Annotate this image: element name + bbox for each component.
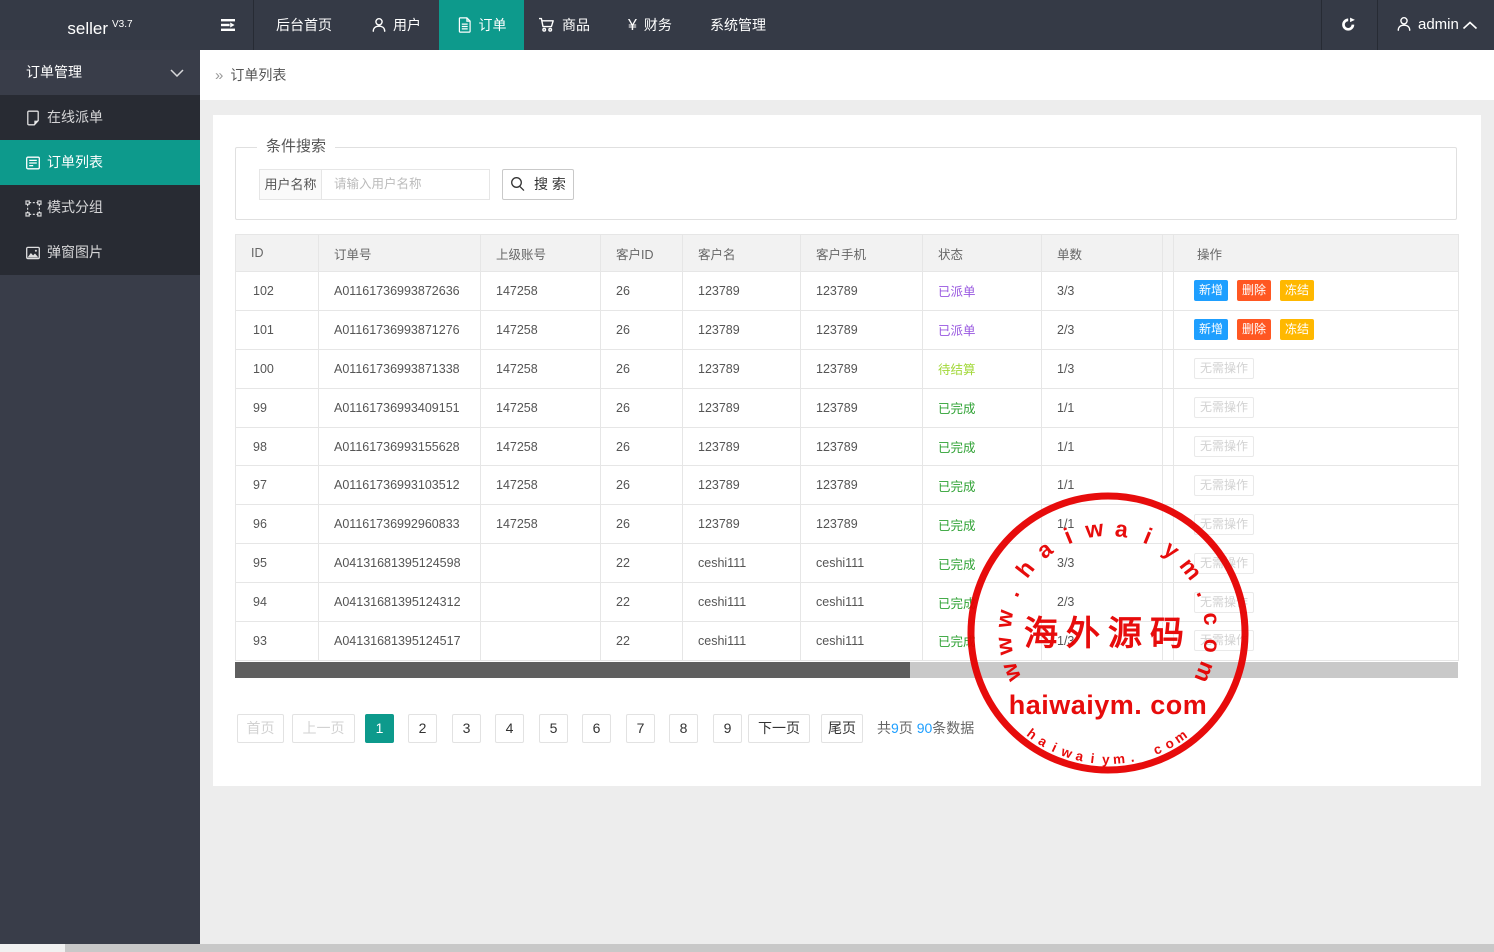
svg-text:m: m (1112, 751, 1125, 767)
svg-text:a: a (1031, 535, 1057, 564)
svg-text:c: c (1151, 741, 1164, 758)
svg-text:i: i (1090, 751, 1096, 766)
svg-text:i: i (1050, 740, 1060, 755)
svg-text:h: h (1010, 555, 1039, 582)
svg-text:w: w (990, 635, 1018, 657)
svg-text:m: m (1175, 553, 1208, 585)
svg-text:m: m (1189, 658, 1221, 687)
svg-text:w: w (990, 608, 1018, 630)
svg-text:i: i (1140, 523, 1156, 549)
svg-text:w: w (995, 659, 1026, 686)
svg-text:haiwaiym. com: haiwaiym. com (1009, 690, 1208, 720)
svg-text:w: w (1083, 515, 1105, 543)
svg-text:i: i (1060, 523, 1076, 549)
svg-text:y: y (1102, 752, 1110, 767)
svg-text:a: a (1114, 515, 1130, 542)
svg-text:c: c (1198, 611, 1226, 627)
svg-text:.: . (1192, 584, 1218, 600)
svg-text:.: . (998, 584, 1024, 600)
svg-text:.: . (1129, 749, 1136, 764)
svg-text:o: o (1198, 637, 1226, 654)
svg-text:y: y (1159, 535, 1185, 564)
svg-text:a: a (1074, 748, 1085, 764)
svg-text:海外源码: 海外源码 (1024, 615, 1192, 653)
